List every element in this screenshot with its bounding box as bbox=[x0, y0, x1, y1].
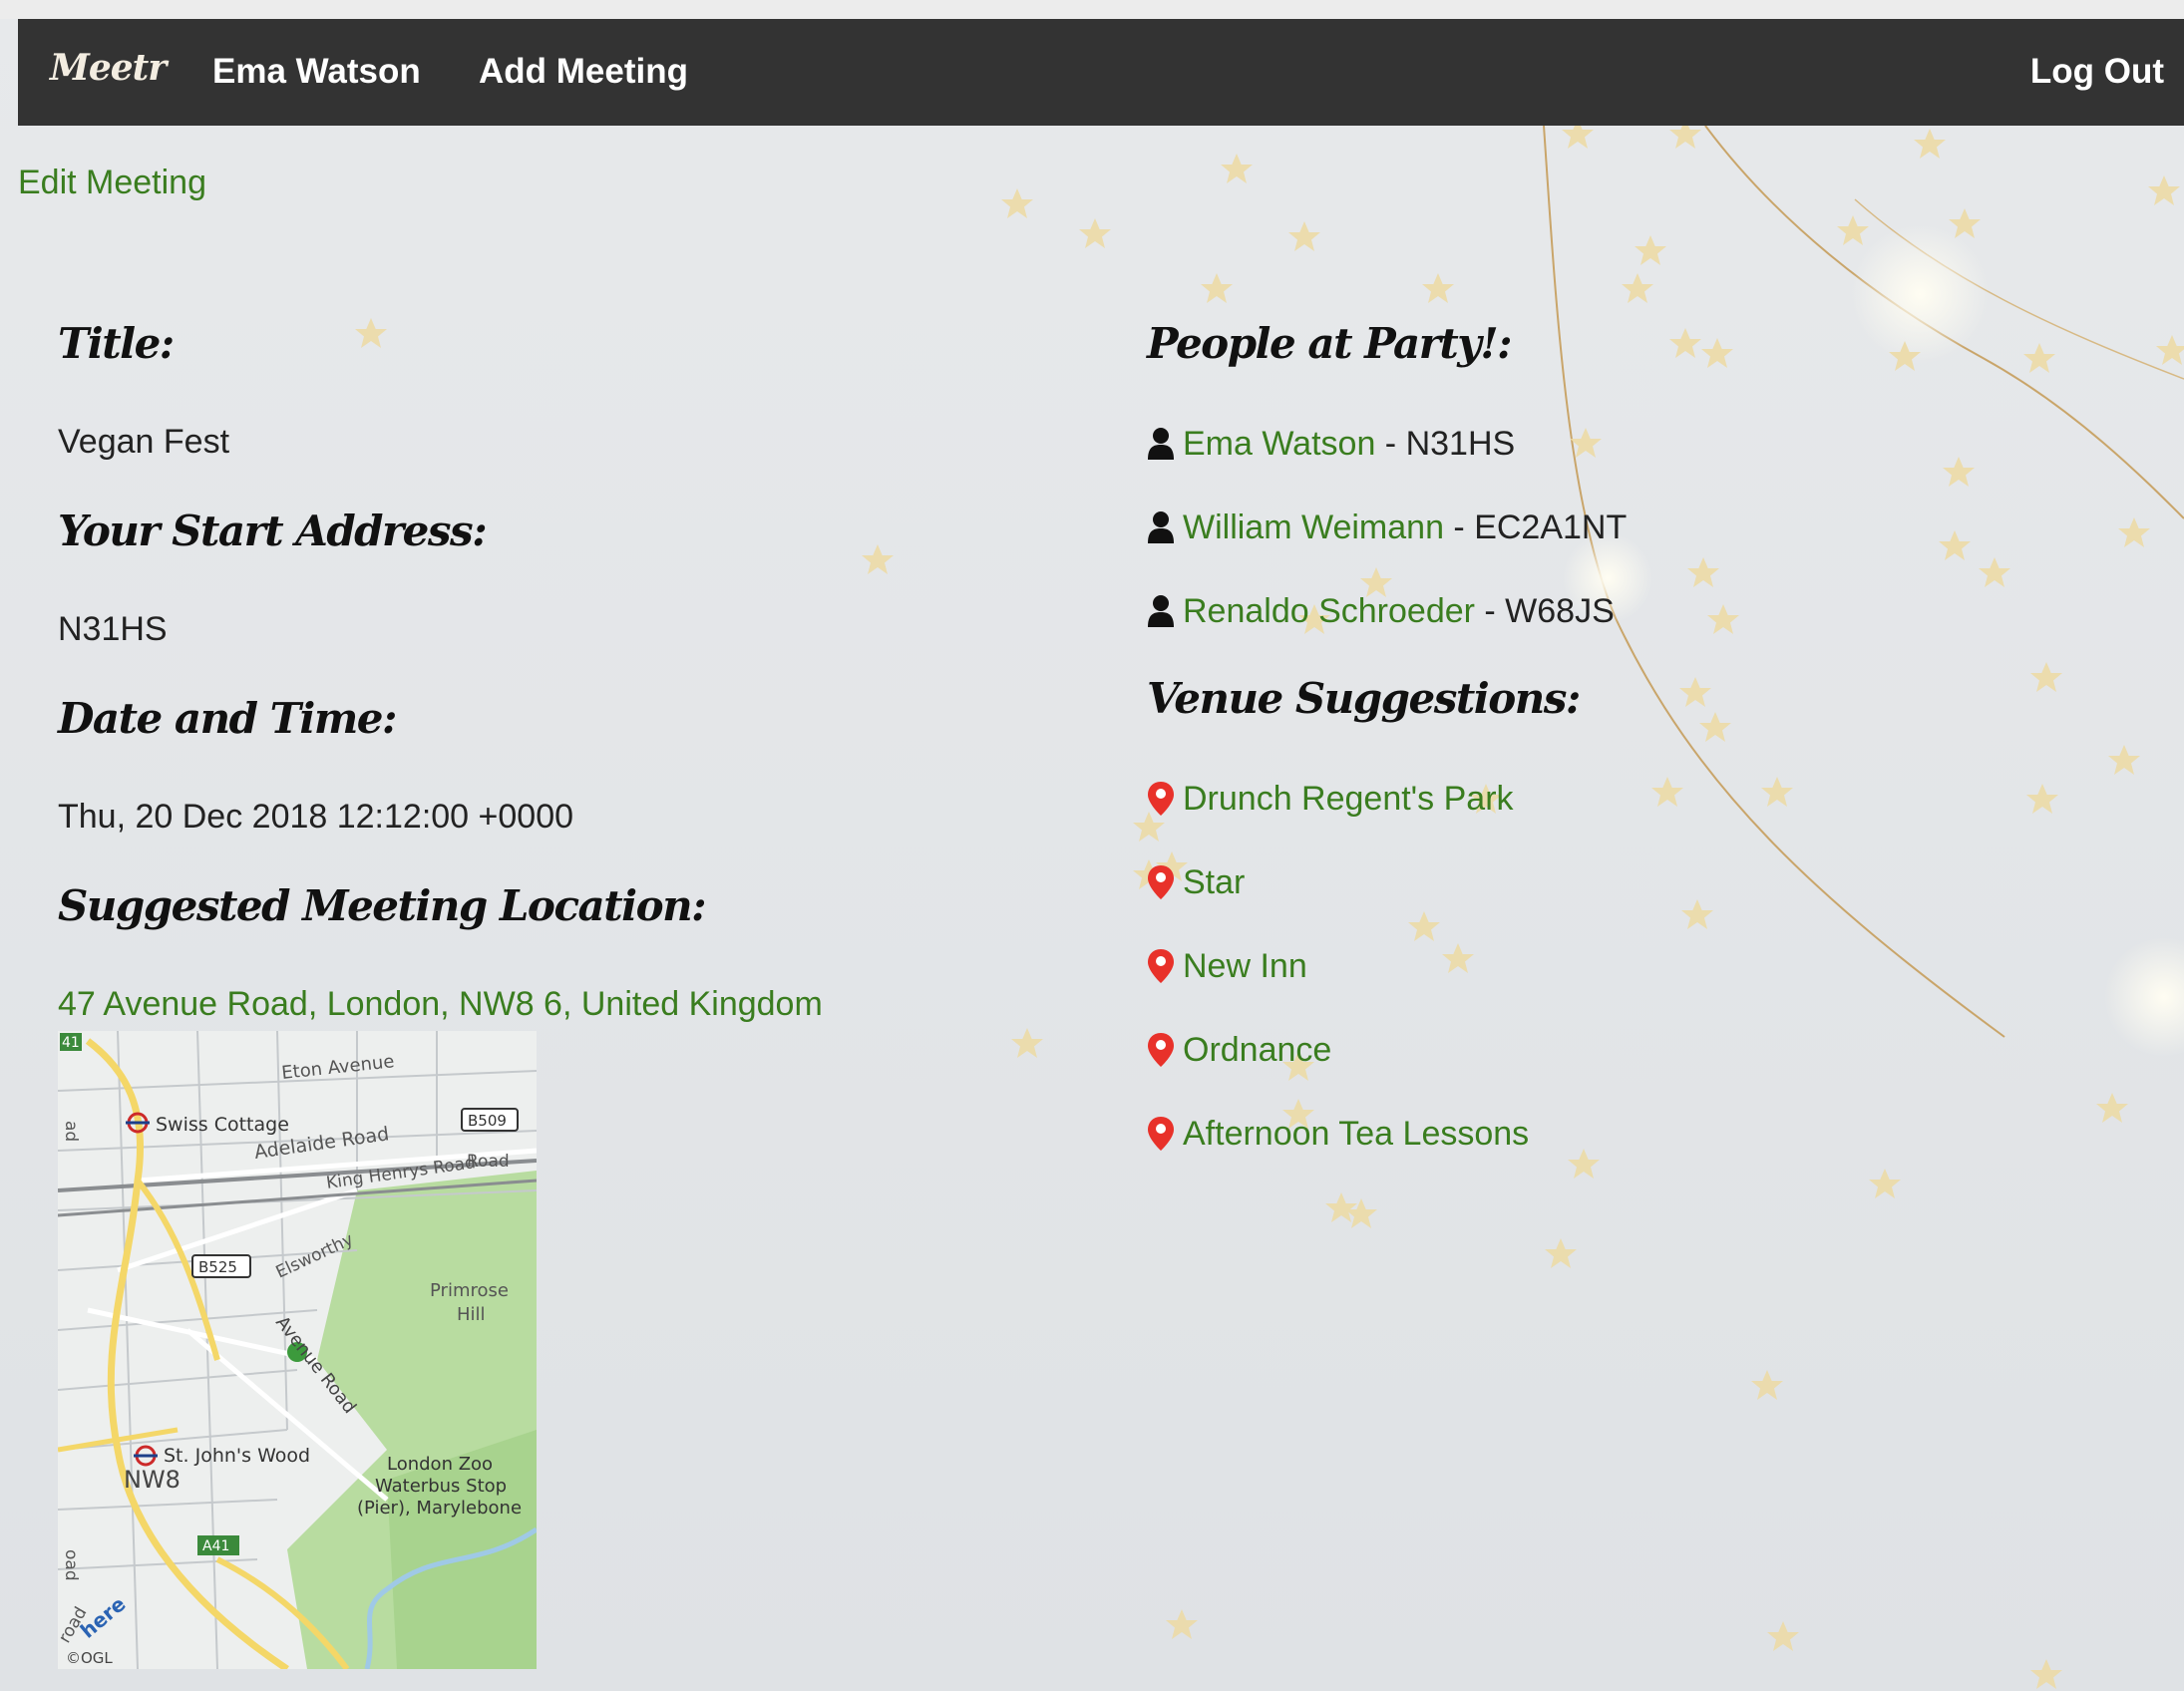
nav-user-link[interactable]: Ema Watson bbox=[212, 52, 421, 92]
datetime-heading: Date and Time: bbox=[58, 694, 398, 743]
map-pin-icon bbox=[1148, 1117, 1174, 1151]
datetime-value: Thu, 20 Dec 2018 12:12:00 +0000 bbox=[58, 798, 574, 836]
map-label-a41-top: 41 bbox=[62, 1035, 80, 1051]
user-icon bbox=[1148, 428, 1174, 460]
meeting-title: Vegan Fest bbox=[58, 423, 230, 461]
map-label-b509: B509 bbox=[468, 1112, 507, 1130]
nav-add-meeting-link[interactable]: Add Meeting bbox=[479, 52, 688, 92]
top-navbar: Meetr Ema Watson Add Meeting Log Out bbox=[18, 19, 2184, 126]
map-label-hill: Hill bbox=[457, 1304, 486, 1325]
brand-logo[interactable]: Meetr bbox=[50, 47, 167, 89]
venues-heading: Venue Suggestions: bbox=[1147, 674, 1581, 723]
person-name[interactable]: Renaldo Schroeder bbox=[1183, 592, 1475, 631]
map-label-swiss-cottage: Swiss Cottage bbox=[156, 1114, 289, 1136]
people-heading: People at Party!: bbox=[1147, 319, 1513, 368]
map-pin-icon bbox=[1148, 865, 1174, 899]
venue-row: Star bbox=[1147, 857, 1245, 907]
person-name[interactable]: Ema Watson bbox=[1183, 425, 1375, 464]
map-label-zoo-3: (Pier), Marylebone bbox=[357, 1498, 522, 1519]
person-postcode: - N31HS bbox=[1375, 424, 1516, 463]
user-icon bbox=[1148, 595, 1174, 627]
location-link[interactable]: 47 Avenue Road, London, NW8 6, United Ki… bbox=[58, 985, 823, 1024]
map-label-nw8: NW8 bbox=[124, 1466, 181, 1494]
venue-name[interactable]: Ordnance bbox=[1183, 1031, 1331, 1070]
map-label-zoo-1: London Zoo bbox=[387, 1454, 493, 1475]
nav-logout-link[interactable]: Log Out bbox=[2030, 52, 2164, 92]
map-label-road: Road bbox=[467, 1152, 510, 1172]
map-label-b525: B525 bbox=[198, 1258, 237, 1276]
venue-name[interactable]: Star bbox=[1183, 863, 1245, 902]
venue-name[interactable]: Drunch Regent's Park bbox=[1183, 780, 1514, 819]
location-heading: Suggested Meeting Location: bbox=[58, 881, 707, 930]
user-icon bbox=[1148, 511, 1174, 543]
map-label-road-left: oad bbox=[61, 1549, 81, 1581]
map-pin-icon bbox=[1148, 949, 1174, 983]
map-graphic: 41 Eton Avenue Swiss Cottage Adelaide Ro… bbox=[58, 1031, 537, 1669]
venue-name[interactable]: Afternoon Tea Lessons bbox=[1183, 1115, 1529, 1154]
map-label-road-left-2: ad bbox=[61, 1121, 81, 1142]
venue-row: Afternoon Tea Lessons bbox=[1147, 1109, 1529, 1159]
map-label-st-johns-wood: St. John's Wood bbox=[164, 1445, 310, 1467]
map-pin-icon bbox=[1148, 1033, 1174, 1067]
venue-row: Drunch Regent's Park bbox=[1147, 774, 1514, 824]
start-address-value: N31HS bbox=[58, 610, 168, 648]
start-address-heading: Your Start Address: bbox=[58, 507, 488, 555]
person-name[interactable]: William Weimann bbox=[1183, 508, 1444, 547]
edit-meeting-link[interactable]: Edit Meeting bbox=[18, 164, 206, 202]
map-label-ogl: ©OGL bbox=[66, 1649, 113, 1667]
map-pin-icon bbox=[1148, 782, 1174, 816]
person-row: Ema Watson - N31HS bbox=[1147, 419, 1515, 469]
venue-name[interactable]: New Inn bbox=[1183, 947, 1307, 986]
venue-row: New Inn bbox=[1147, 941, 1307, 991]
person-row: Renaldo Schroeder - W68JS bbox=[1147, 586, 1615, 636]
map-label-primrose: Primrose bbox=[430, 1280, 509, 1301]
map-label-a41: A41 bbox=[202, 1538, 229, 1554]
person-postcode: - EC2A1NT bbox=[1443, 507, 1628, 546]
location-map[interactable]: 41 Eton Avenue Swiss Cottage Adelaide Ro… bbox=[58, 1031, 537, 1669]
person-row: William Weimann - EC2A1NT bbox=[1147, 503, 1627, 552]
person-postcode: - W68JS bbox=[1474, 591, 1615, 630]
map-label-zoo-2: Waterbus Stop bbox=[375, 1476, 507, 1497]
venue-row: Ordnance bbox=[1147, 1025, 1331, 1075]
title-heading: Title: bbox=[58, 319, 175, 368]
